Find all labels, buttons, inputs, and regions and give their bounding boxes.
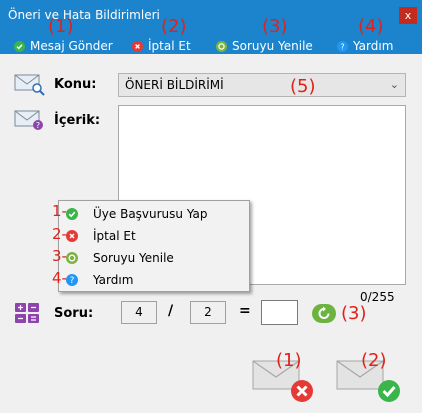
check-icon <box>14 40 25 52</box>
menu-item-label: Soruyu Yenile <box>93 251 174 265</box>
annotation-refresh: (3) <box>341 303 367 324</box>
envelope-search-icon <box>14 72 46 99</box>
menu-item-refresh[interactable]: Soruyu Yenile <box>59 247 249 269</box>
annotation-bottom-1: (1) <box>276 350 302 371</box>
refresh-captcha-button[interactable] <box>312 304 336 323</box>
menu-item-cancel[interactable]: İptal Et <box>59 225 249 247</box>
check-icon <box>66 208 78 220</box>
annotation-menu-3: 3- <box>52 247 67 265</box>
toolbar-help-label: Yardım <box>353 39 394 53</box>
toolbar-send-button[interactable]: Mesaj Gönder <box>14 38 113 54</box>
subject-value: ÖNERİ BİLDİRİMİ <box>125 78 224 92</box>
menu-item-label: Üye Başvurusu Yap <box>93 207 208 221</box>
annotation-toolbar-3: (3) <box>262 16 288 37</box>
content-label: İçerik: <box>54 113 101 128</box>
toolbar-refresh-button[interactable]: Soruyu Yenile <box>216 38 313 54</box>
toolbar-cancel-button[interactable]: İptal Et <box>132 38 191 54</box>
captcha-label: Soru: <box>54 306 94 321</box>
svg-text:?: ? <box>36 121 40 130</box>
subject-dropdown[interactable]: ÖNERİ BİLDİRİMİ ⌄ <box>118 73 406 97</box>
svg-text:?: ? <box>340 42 344 51</box>
captcha-answer-input[interactable] <box>261 300 298 325</box>
menu-item-help[interactable]: ? Yardım <box>59 269 249 291</box>
refresh-icon <box>318 306 330 319</box>
cancel-icon <box>132 40 143 52</box>
toolbar-help-button[interactable]: ? Yardım <box>337 38 393 54</box>
annotation-menu-4: 4- <box>52 269 67 287</box>
annotation-toolbar-4: (4) <box>358 16 384 37</box>
captcha-operator: / <box>168 303 174 319</box>
char-counter: 0/255 <box>360 290 395 304</box>
toolbar-refresh-label: Soruyu Yenile <box>232 39 313 53</box>
annotation-bottom-2: (2) <box>361 350 387 371</box>
calculator-icon <box>14 302 40 327</box>
refresh-icon <box>66 252 78 264</box>
menu-item-label: Yardım <box>93 273 134 287</box>
cancel-icon <box>66 230 78 242</box>
window-title: Öneri ve Hata Bildirimleri <box>8 8 160 22</box>
annotation-menu-1: 1- <box>52 202 67 220</box>
annotation-toolbar-1: (1) <box>48 16 74 37</box>
subject-label: Konu: <box>54 77 97 92</box>
svg-text:?: ? <box>70 276 75 286</box>
captcha-first-number: 4 <box>121 301 157 324</box>
toolbar-send-label: Mesaj Gönder <box>30 39 113 53</box>
help-icon: ? <box>337 40 348 52</box>
context-menu: Üye Başvurusu Yap İptal Et Soruyu Yenile… <box>58 200 250 292</box>
toolbar-cancel-label: İptal Et <box>148 39 191 53</box>
captcha-equals: = <box>239 303 251 319</box>
captcha-second-number: 2 <box>190 301 226 324</box>
close-button[interactable]: x <box>399 7 417 24</box>
annotation-toolbar-2: (2) <box>161 16 187 37</box>
annotation-subject: (5) <box>290 76 316 97</box>
annotation-menu-2: 2- <box>52 225 67 243</box>
menu-item-apply[interactable]: Üye Başvurusu Yap <box>59 203 249 225</box>
help-icon: ? <box>66 274 78 286</box>
refresh-icon <box>216 40 227 52</box>
envelope-question-icon: ? <box>14 109 46 136</box>
menu-item-label: İptal Et <box>93 229 136 243</box>
chevron-down-icon: ⌄ <box>389 78 399 91</box>
